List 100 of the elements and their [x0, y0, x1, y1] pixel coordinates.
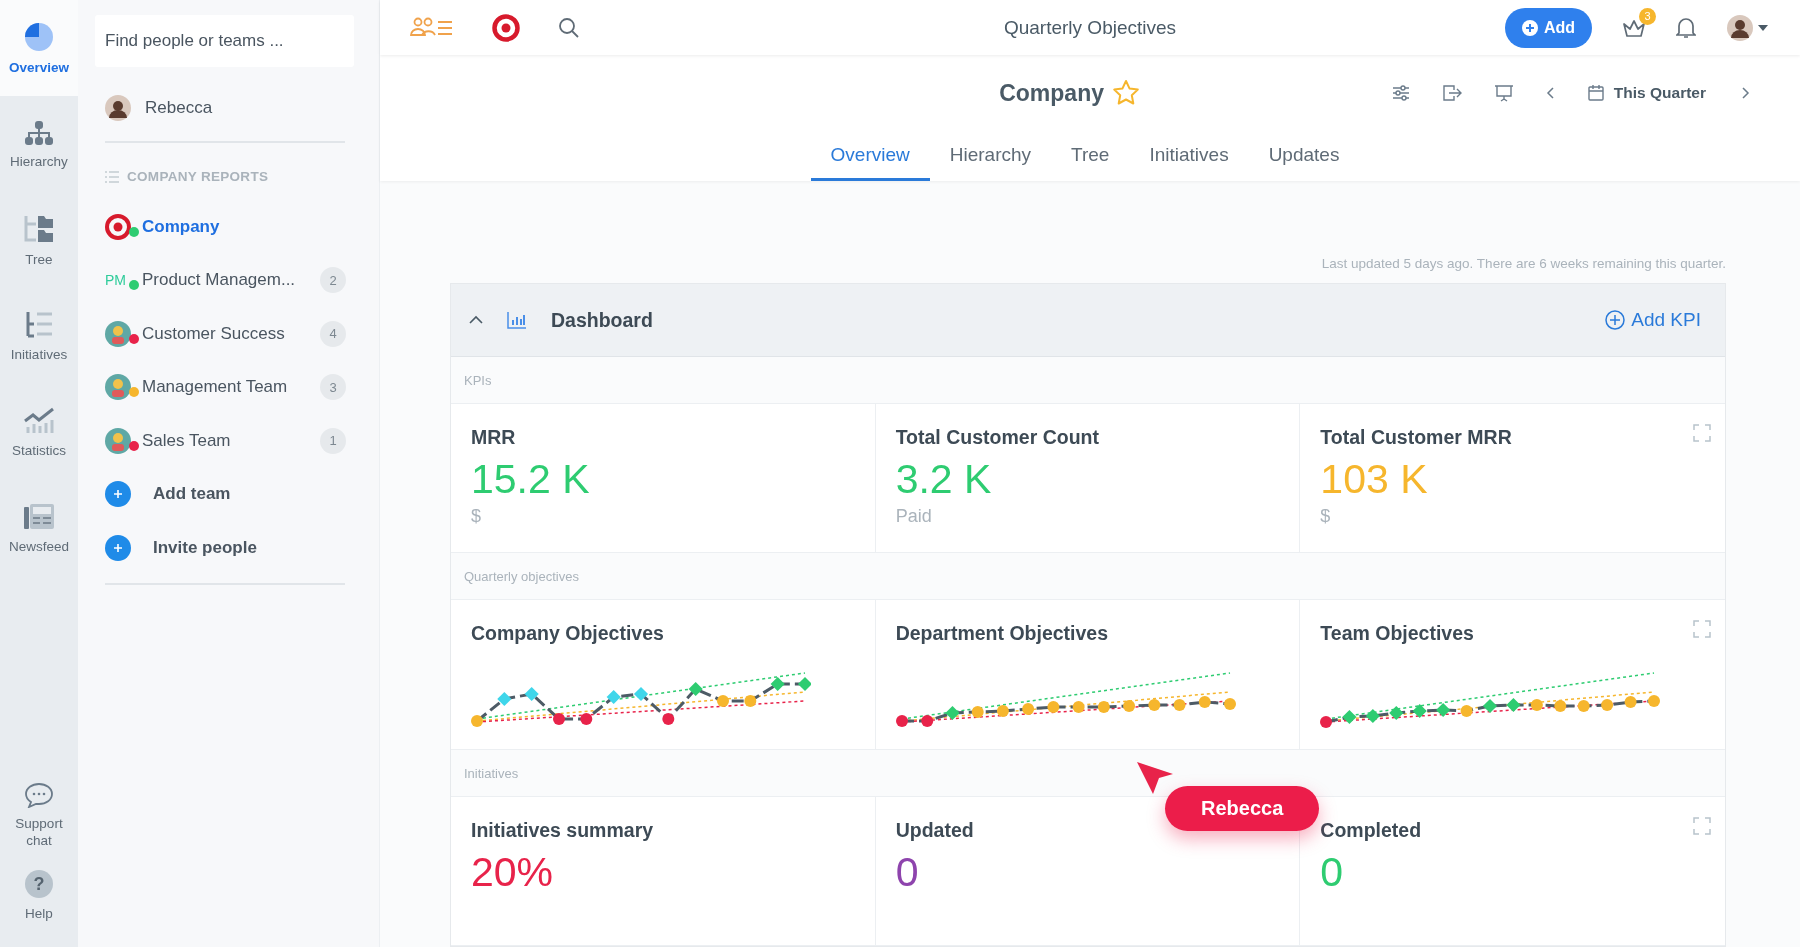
data-point — [662, 713, 675, 725]
data-point — [1366, 708, 1381, 724]
metric-value: 15.2 K — [471, 459, 591, 500]
chevron-up-icon[interactable] — [469, 315, 483, 325]
chevron-left-icon[interactable] — [1545, 86, 1556, 100]
search-field[interactable]: Find people or teams ... — [95, 15, 354, 67]
plus-icon — [1521, 19, 1538, 36]
bell-icon[interactable] — [1676, 16, 1696, 39]
card-title: Total Customer MRR — [1320, 426, 1512, 449]
chevron-right-icon[interactable] — [1740, 86, 1750, 100]
team-link[interactable]: Product Managem... — [142, 270, 320, 291]
panel-title: Dashboard — [551, 308, 654, 332]
data-point — [1531, 699, 1544, 711]
data-point — [895, 715, 908, 727]
nav-item[interactable]: Overview — [0, 0, 78, 96]
list-icon — [105, 170, 119, 183]
metric-value: 103 K — [1320, 459, 1429, 500]
section-label: Initiatives — [464, 765, 519, 781]
metric-unit: $ — [1320, 506, 1332, 527]
data-point — [1624, 696, 1637, 708]
nav-item[interactable]: Initiatives — [0, 288, 78, 384]
metric-unit: $ — [471, 506, 482, 527]
basket-icon[interactable] — [1622, 17, 1646, 38]
team-avatar-icon — [105, 374, 131, 401]
help-icon[interactable]: ? — [25, 870, 53, 899]
card-title: Updated — [895, 819, 974, 842]
hierarchy-icon — [24, 119, 54, 146]
data-point — [1578, 700, 1591, 712]
presentation-icon[interactable] — [1493, 84, 1514, 102]
period-label[interactable]: This Quarter — [1613, 84, 1706, 102]
count-badge: 1 — [320, 427, 346, 454]
data-point — [797, 676, 811, 692]
nav-item[interactable]: ? Help — [0, 860, 78, 933]
data-point — [1122, 700, 1135, 712]
sliders-icon[interactable] — [1391, 84, 1410, 102]
team-link[interactable]: Customer Success — [142, 323, 320, 344]
nav-item[interactable]: Statistics — [0, 384, 78, 480]
section-heading: COMPANY REPORTS — [127, 169, 269, 184]
tab[interactable]: Hierarchy — [929, 131, 1052, 181]
sidebar-action[interactable]: Invite people — [95, 521, 354, 575]
data-point — [1601, 699, 1614, 711]
tab[interactable]: Tree — [1051, 131, 1130, 181]
nav-item[interactable]: Support chat — [0, 772, 78, 861]
card-title: Company Objectives — [471, 622, 664, 645]
bar-chart-icon — [507, 311, 527, 329]
status-note: Last updated 5 days ago. There are 6 weeks remaining this quarter. — [1320, 256, 1726, 271]
card-title: Total Customer Count — [895, 426, 1099, 449]
export-icon[interactable] — [1441, 84, 1462, 102]
nav-item[interactable]: Tree — [0, 192, 78, 288]
data-point — [744, 695, 757, 707]
card-title: Completed — [1320, 819, 1422, 842]
data-point — [1320, 716, 1333, 728]
metric-value: 20% — [471, 852, 555, 893]
team-link[interactable]: Sales Team — [142, 430, 320, 451]
tab[interactable]: Initiatives — [1129, 131, 1249, 181]
data-point — [1021, 703, 1034, 715]
add-kpi-button[interactable]: Add KPI — [1599, 308, 1707, 332]
data-point — [580, 713, 593, 725]
nav-item[interactable]: Newsfeed — [0, 480, 78, 576]
data-point — [524, 686, 539, 702]
data-point — [1072, 701, 1085, 713]
data-point — [1097, 701, 1110, 713]
tab[interactable]: Updates — [1248, 131, 1360, 181]
card-title: Initiatives summary — [471, 819, 654, 842]
metric-value: 3.2 K — [895, 459, 993, 500]
avatar-icon[interactable] — [105, 95, 131, 121]
search-icon[interactable] — [558, 16, 580, 39]
star-icon[interactable] — [1112, 79, 1140, 107]
data-point — [1483, 698, 1498, 714]
card-title: Department Objectives — [895, 622, 1109, 645]
team-link[interactable]: Company — [142, 216, 354, 237]
chat-bubble-icon[interactable] — [24, 782, 54, 809]
metric-value: 0 — [1320, 852, 1345, 893]
folder-tree-icon — [23, 213, 55, 244]
avatar-menu-icon[interactable] — [1726, 13, 1770, 42]
data-point — [606, 689, 621, 705]
list-tree-icon — [24, 310, 54, 339]
target-logo-icon[interactable] — [492, 13, 520, 42]
calendar-icon[interactable] — [1587, 85, 1604, 101]
section-label: Quarterly objectives — [464, 568, 579, 584]
metric-unit: Paid — [895, 506, 933, 527]
team-initials: PM — [105, 272, 126, 289]
tab[interactable]: Overview — [810, 131, 930, 181]
data-point — [717, 695, 729, 707]
plus-icon — [105, 534, 131, 561]
cursor-label: Rebecca — [1165, 786, 1320, 831]
target-logo-icon — [105, 213, 131, 240]
plus-circle-icon — [1605, 310, 1626, 330]
add-button[interactable]: Add — [1504, 7, 1592, 48]
nav-item[interactable]: Hierarchy — [0, 96, 78, 192]
report-title: Company — [999, 79, 1104, 107]
team-link[interactable]: Management Team — [142, 377, 320, 398]
data-point — [971, 706, 984, 718]
data-point — [1342, 709, 1357, 725]
data-point — [1554, 700, 1567, 712]
pie-chart-icon — [24, 21, 54, 52]
team-avatar-icon — [105, 320, 131, 347]
notification-badge: 3 — [1639, 7, 1656, 25]
sidebar-action[interactable]: Add team — [95, 467, 354, 521]
data-point — [471, 715, 483, 727]
